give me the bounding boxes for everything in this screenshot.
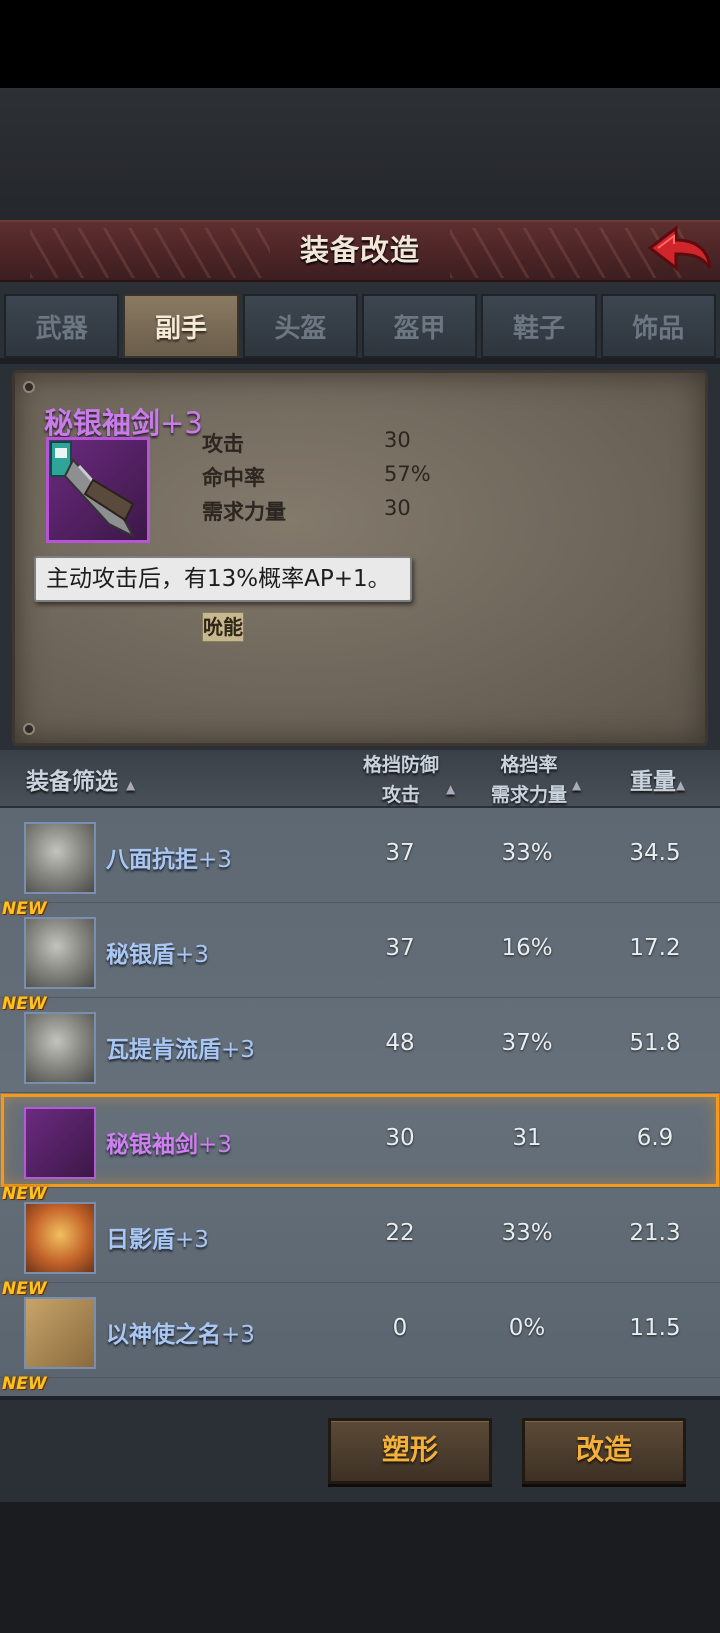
back-arrow-icon[interactable] bbox=[646, 224, 714, 276]
rate-value: 16% bbox=[501, 935, 553, 961]
item-name: 秘银盾+3 bbox=[106, 942, 209, 968]
stat-label: 攻击 bbox=[202, 432, 244, 456]
stat-label: 需求力量 bbox=[202, 500, 286, 524]
tab-armor[interactable]: 盔甲 bbox=[361, 294, 478, 358]
attack-value: 30 bbox=[385, 1125, 415, 1151]
tab-accessory[interactable]: 饰品 bbox=[600, 294, 716, 358]
col-attack[interactable]: 攻击 bbox=[356, 780, 446, 807]
page-title: 装备改造 bbox=[299, 233, 420, 267]
list-item[interactable]: NEW 秘银盾+3 37 16% 17.2 bbox=[0, 899, 720, 998]
attack-value: 37 bbox=[385, 935, 415, 961]
new-badge: NEW bbox=[2, 1184, 47, 1204]
weight-value: 51.8 bbox=[629, 1030, 681, 1056]
stat-label: 命中率 bbox=[202, 466, 265, 490]
col-weight[interactable]: 重量▲ bbox=[630, 762, 685, 796]
new-badge: NEW bbox=[2, 1374, 47, 1394]
new-badge: NEW bbox=[2, 899, 47, 919]
equipment-tabs: 武器 副手 头盔 盔甲 鞋子 饰品 bbox=[4, 294, 716, 358]
item-name: 秘银袖剑+3 bbox=[106, 1132, 232, 1158]
equipment-list: 八面抗拒+3 37 33% 34.5 NEW 秘银盾+3 37 16% 17.2… bbox=[0, 808, 720, 1396]
tab-offhand[interactable]: 副手 bbox=[123, 294, 239, 358]
tab-helmet[interactable]: 头盔 bbox=[242, 294, 358, 358]
tab-divider bbox=[0, 358, 720, 364]
background-top bbox=[0, 88, 720, 220]
sleeve-blade-icon bbox=[24, 1107, 96, 1179]
rate-value: 0% bbox=[508, 1315, 546, 1341]
attack-value: 37 bbox=[385, 840, 415, 866]
weight-value: 17.2 bbox=[629, 935, 681, 961]
list-item[interactable]: NEW 日影盾+3 22 33% 21.3 bbox=[0, 1184, 720, 1283]
col-block-rate[interactable]: 格挡率 bbox=[480, 750, 578, 777]
stat-value: 30 bbox=[384, 428, 411, 452]
rivet-icon bbox=[23, 381, 35, 393]
reshape-button[interactable]: 塑形 bbox=[328, 1418, 492, 1484]
trait-badge[interactable]: 吮能 bbox=[202, 612, 244, 642]
item-name: 八面抗拒+3 bbox=[106, 847, 232, 873]
attack-value: 48 bbox=[385, 1030, 415, 1056]
shield-icon bbox=[24, 822, 96, 894]
list-item[interactable]: NEW 以神使之名+3 0 0% 11.5 bbox=[0, 1279, 720, 1378]
list-item[interactable]: NEW 瓦提肯流盾+3 48 37% 51.8 bbox=[0, 994, 720, 1093]
background-bottom bbox=[0, 1502, 720, 1633]
rate-value: 33% bbox=[501, 840, 553, 866]
item-name: 以神使之名+3 bbox=[106, 1322, 255, 1348]
sun-shield-icon bbox=[24, 1202, 96, 1274]
list-item[interactable]: NEW bbox=[0, 1374, 720, 1396]
rate-value: 37% bbox=[501, 1030, 553, 1056]
item-name: 瓦提肯流盾+3 bbox=[106, 1037, 255, 1063]
shield-icon bbox=[24, 917, 96, 989]
rate-value: 31 bbox=[512, 1125, 542, 1151]
sort-arrow-icon[interactable]: ▲ bbox=[446, 782, 455, 796]
list-item[interactable]: 八面抗拒+3 37 33% 34.5 bbox=[0, 808, 720, 903]
tab-weapon[interactable]: 武器 bbox=[4, 294, 120, 358]
filter-button[interactable]: 装备筛选 ▲ bbox=[26, 762, 135, 796]
stat-value: 30 bbox=[384, 496, 411, 520]
shield-icon bbox=[24, 1012, 96, 1084]
weight-value: 6.9 bbox=[636, 1125, 674, 1151]
tab-shoes[interactable]: 鞋子 bbox=[481, 294, 597, 358]
sort-arrow-icon[interactable]: ▲ bbox=[572, 778, 581, 792]
list-item-selected[interactable]: 秘银袖剑+3 30 31 6.9 bbox=[0, 1093, 720, 1188]
stat-value: 57% bbox=[384, 462, 431, 486]
col-block-defense[interactable]: 格挡防御 bbox=[356, 750, 446, 777]
weight-value: 34.5 bbox=[629, 840, 681, 866]
skill-tooltip: 主动攻击后，有13%概率AP+1。 bbox=[34, 556, 412, 602]
modify-button[interactable]: 改造 bbox=[522, 1418, 686, 1484]
col-strength-req[interactable]: 需求力量 bbox=[480, 780, 578, 807]
attack-value: 0 bbox=[392, 1315, 408, 1341]
tome-icon bbox=[24, 1297, 96, 1369]
selected-item-name: 秘银袖剑+3 bbox=[44, 406, 203, 440]
weight-value: 11.5 bbox=[629, 1315, 681, 1341]
sleeve-blade-icon bbox=[46, 437, 150, 543]
rivet-icon bbox=[23, 723, 35, 735]
attack-value: 22 bbox=[385, 1220, 415, 1246]
new-badge: NEW bbox=[2, 1279, 47, 1299]
item-name: 日影盾+3 bbox=[106, 1227, 209, 1253]
rate-value: 33% bbox=[501, 1220, 553, 1246]
status-bar bbox=[0, 0, 720, 88]
weight-value: 21.3 bbox=[629, 1220, 681, 1246]
new-badge: NEW bbox=[2, 994, 47, 1014]
